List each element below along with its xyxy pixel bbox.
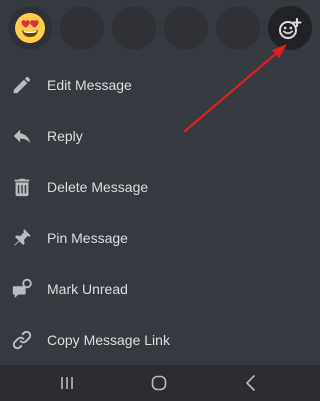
edit-message-item[interactable]: Edit Message bbox=[0, 60, 320, 111]
reaction-slot-empty[interactable] bbox=[164, 6, 208, 50]
delete-message-item[interactable]: Delete Message bbox=[0, 162, 320, 213]
copy-message-link-item[interactable]: Copy Message Link bbox=[0, 315, 320, 366]
reaction-heart-eyes[interactable] bbox=[8, 6, 52, 50]
recent-apps-icon bbox=[61, 377, 73, 389]
system-nav-bar bbox=[0, 365, 320, 401]
reply-item[interactable]: Reply bbox=[0, 111, 320, 162]
message-context-menu: Edit Message Reply Delete Message Pin Me… bbox=[0, 60, 320, 366]
menu-item-label: Pin Message bbox=[47, 230, 128, 246]
home-icon bbox=[151, 375, 167, 391]
back-button[interactable] bbox=[241, 373, 261, 393]
trash-icon bbox=[14, 178, 30, 197]
mark-unread-icon bbox=[12, 278, 32, 299]
pin-icon bbox=[14, 229, 31, 246]
menu-item-label: Mark Unread bbox=[47, 281, 128, 297]
link-icon bbox=[12, 330, 32, 350]
recent-apps-button[interactable] bbox=[57, 373, 77, 393]
reaction-bar bbox=[0, 0, 320, 60]
back-icon bbox=[246, 375, 255, 391]
reaction-slot-empty[interactable] bbox=[216, 6, 260, 50]
pin-message-item[interactable]: Pin Message bbox=[0, 213, 320, 264]
menu-item-label: Delete Message bbox=[47, 179, 149, 195]
pencil-icon bbox=[13, 76, 31, 94]
reply-arrow-icon bbox=[13, 129, 31, 144]
home-button[interactable] bbox=[149, 373, 169, 393]
menu-item-label: Reply bbox=[47, 128, 83, 144]
menu-item-label: Edit Message bbox=[47, 77, 132, 93]
reaction-slot-empty[interactable] bbox=[112, 6, 156, 50]
reaction-slot-empty[interactable] bbox=[60, 6, 104, 50]
menu-item-label: Copy Message Link bbox=[47, 332, 170, 348]
heart-eyes-emoji-icon bbox=[15, 13, 45, 43]
add-reaction-icon bbox=[279, 18, 302, 39]
add-reaction-button[interactable] bbox=[268, 6, 312, 50]
mark-unread-item[interactable]: Mark Unread bbox=[0, 264, 320, 315]
